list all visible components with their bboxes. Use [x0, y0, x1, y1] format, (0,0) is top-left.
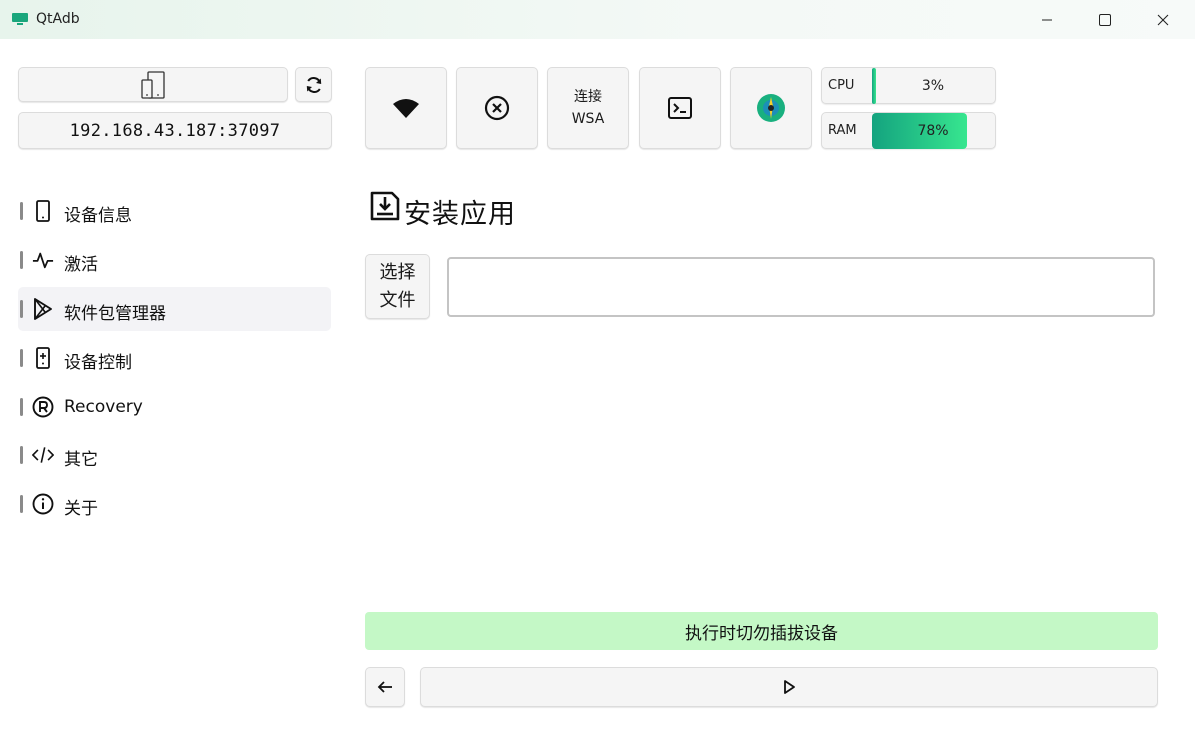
remote-icon	[32, 347, 54, 369]
sidebar-item-about[interactable]: 关于	[18, 482, 331, 526]
maximize-button[interactable]	[1076, 0, 1134, 39]
main-window: 192.168.43.187:37097 连接 WSA CPU 3% RAM 7…	[0, 39, 1195, 743]
choose-file-button[interactable]: 选择 文件	[365, 254, 430, 319]
sidebar-item-other[interactable]: 其它	[18, 433, 331, 477]
file-path-input[interactable]	[447, 257, 1155, 317]
sidebar-item-recovery[interactable]: Recovery	[18, 385, 331, 429]
sidebar-item-package-manager[interactable]: 软件包管理器	[18, 287, 331, 331]
ram-value: 78%	[917, 123, 949, 139]
scrcpy-logo-icon	[757, 94, 785, 122]
nav-indicator	[20, 446, 23, 464]
device-address-field[interactable]: 192.168.43.187:37097	[18, 112, 332, 149]
info-icon	[32, 493, 54, 515]
cpu-meter: CPU 3%	[821, 67, 996, 104]
maximize-icon	[1099, 13, 1111, 26]
install-app-icon	[370, 191, 400, 221]
device-address: 192.168.43.187:37097	[69, 120, 281, 141]
sidebar-item-label: 软件包管理器	[64, 304, 166, 324]
refresh-button[interactable]	[295, 67, 332, 102]
wsa-label-line2: WSA	[571, 111, 605, 127]
terminal-icon	[668, 97, 692, 119]
nav-indicator	[20, 349, 23, 367]
cpu-value: 3%	[921, 78, 945, 94]
wifi-icon	[393, 99, 419, 118]
close-window-button[interactable]	[1134, 0, 1192, 39]
run-button[interactable]	[420, 667, 1158, 707]
close-circle-icon	[484, 95, 510, 121]
refresh-icon	[306, 76, 321, 93]
terminal-button[interactable]	[639, 67, 721, 149]
sidebar-item-label: 设备信息	[64, 206, 132, 226]
scrcpy-button[interactable]	[730, 67, 812, 149]
nav-indicator	[20, 251, 23, 269]
devices-icon	[141, 70, 165, 99]
page-title: 安装应用	[404, 199, 516, 230]
choose-file-label-line1: 选择	[379, 261, 416, 283]
window-title: QtAdb	[36, 11, 80, 27]
registered-icon	[32, 396, 54, 418]
activity-icon	[32, 249, 54, 271]
sidebar-item-activate[interactable]: 激活	[18, 238, 331, 282]
sidebar-item-label: 设备控制	[64, 353, 132, 373]
sidebar-item-device-info[interactable]: 设备信息	[18, 189, 331, 233]
sidebar-item-device-control[interactable]: 设备控制	[18, 336, 331, 380]
cpu-label: CPU	[828, 78, 855, 93]
code-icon	[32, 444, 54, 466]
title-bar: QtAdb	[0, 0, 1195, 39]
device-select-button[interactable]	[18, 67, 288, 102]
ram-meter: RAM 78%	[821, 112, 996, 149]
ram-label: RAM	[828, 123, 857, 138]
phone-icon	[32, 200, 54, 222]
back-button[interactable]	[365, 667, 405, 707]
choose-file-label-line2: 文件	[379, 289, 416, 311]
sidebar-item-label: 激活	[64, 255, 98, 275]
sidebar-item-label: Recovery	[64, 397, 143, 417]
play-store-icon	[32, 298, 54, 320]
app-logo-icon	[12, 13, 28, 25]
disconnect-button[interactable]	[456, 67, 538, 149]
nav-indicator	[20, 398, 23, 416]
nav-indicator	[20, 300, 23, 318]
close-icon	[1157, 14, 1169, 25]
sidebar-item-label: 关于	[64, 499, 98, 519]
nav-indicator	[20, 202, 23, 220]
play-icon	[784, 680, 795, 694]
minimize-icon	[1042, 19, 1052, 20]
sidebar-item-label: 其它	[64, 450, 98, 470]
status-banner: 执行时切勿插拔设备	[365, 612, 1158, 650]
wifi-connect-button[interactable]	[365, 67, 447, 149]
arrow-left-icon	[377, 681, 392, 693]
status-text: 执行时切勿插拔设备	[685, 623, 838, 644]
connect-wsa-button[interactable]: 连接 WSA	[547, 67, 629, 149]
wsa-label-line1: 连接	[574, 89, 602, 105]
nav-indicator	[20, 495, 23, 513]
minimize-button[interactable]	[1018, 0, 1076, 39]
